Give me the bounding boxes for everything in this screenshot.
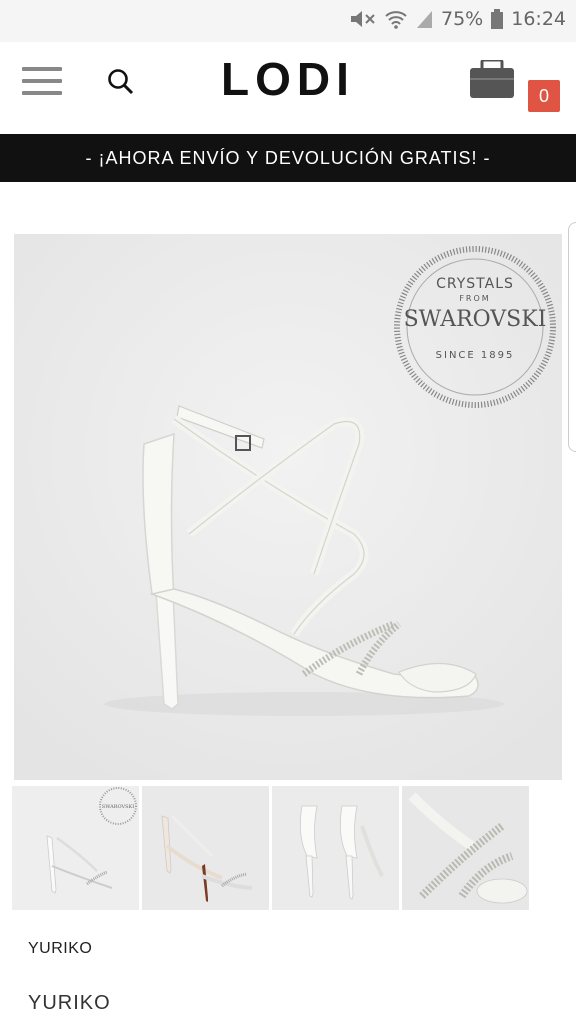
badge-swarovski: SWAROVSKI — [403, 307, 547, 332]
wifi-icon — [385, 11, 407, 29]
thumbnail-4[interactable] — [402, 786, 529, 910]
battery-percent: 75% — [441, 8, 484, 30]
thumbnail-strip: SWAROVSKI — [12, 786, 532, 910]
header: LODI 0 — [0, 42, 576, 132]
cart-count-badge[interactable]: 0 — [528, 80, 560, 112]
product-main-image[interactable]: CRYSTALS FROM SWAROVSKI SINCE 1895 — [14, 234, 562, 780]
product-name: YURIKO — [28, 992, 111, 1014]
cart-icon[interactable] — [468, 58, 516, 100]
badge-since: SINCE 1895 — [435, 350, 515, 361]
status-bar: 75% 16:24 — [0, 0, 576, 42]
product-title: YURIKO — [28, 940, 93, 957]
badge-from: FROM — [459, 294, 491, 303]
signal-icon — [417, 11, 432, 28]
battery-icon — [491, 9, 504, 29]
mute-icon — [351, 11, 375, 27]
thumbnail-1[interactable]: SWAROVSKI — [12, 786, 139, 910]
scroll-indicator — [568, 222, 576, 452]
promo-banner: - ¡AHORA ENVÍO Y DEVOLUCIÓN GRATIS! - — [0, 134, 576, 182]
swarovski-badge: CRYSTALS FROM SWAROVSKI SINCE 1895 — [394, 246, 556, 408]
thumbnail-3[interactable] — [272, 786, 399, 910]
badge-crystals: CRYSTALS — [436, 276, 514, 292]
clock: 16:24 — [511, 8, 566, 30]
thumbnail-2[interactable] — [142, 786, 269, 910]
svg-text:SWAROVSKI: SWAROVSKI — [102, 804, 134, 810]
